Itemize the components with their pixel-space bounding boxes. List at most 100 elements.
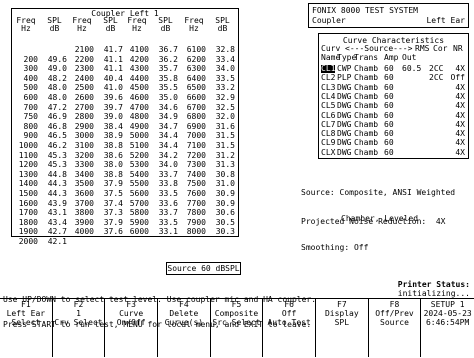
source-level-box[interactable]: Source 60 dBSPL	[166, 262, 241, 275]
function-key-l2: 6:46:54PM	[425, 318, 470, 327]
spl-cell: 37.3	[103, 208, 123, 218]
curve-row[interactable]: CLX DWG Chamb 60 4X	[321, 147, 469, 158]
spl-cell: 41.1	[103, 64, 123, 74]
table-column: Freq Hz SPL dB 6100 32.8 6200 33.4 6300 34.0 6400 3…	[182, 9, 238, 236]
freq-cell: 5900	[129, 217, 149, 227]
noise-info: Projected Noise Reduction: 4X Smoothing:…	[301, 202, 446, 260]
curve-header-row: Name Type Trans Amp Out	[321, 54, 469, 63]
system-header: FONIX 8000 TEST SYSTEM Coupler Left Ear	[308, 3, 469, 28]
curve-name: CL8	[321, 129, 336, 139]
spl-cell: 38.8	[103, 169, 123, 179]
curve-header-cell: NR	[453, 44, 463, 53]
freq-cell: 4800	[129, 112, 149, 122]
spl-cell: 34.7	[158, 121, 178, 131]
function-key-l2: On/Off	[116, 318, 146, 327]
curve-name: CL9	[321, 138, 336, 148]
freq-cell: 4700	[129, 102, 149, 112]
printer-status-value: initializing...	[397, 289, 470, 298]
spl-cell: 33.5	[158, 189, 178, 198]
spl-cell: 44.3	[47, 179, 67, 189]
curve-cell: 60	[384, 73, 394, 83]
spl-cell: 47.2	[47, 102, 67, 112]
freq-cell: 3700	[74, 198, 94, 208]
function-key-l2: Select	[11, 318, 41, 327]
spl-cell: 42.7	[47, 227, 67, 237]
freq-cell: 1500	[18, 189, 38, 198]
freq-cell: 1600	[18, 198, 38, 208]
curve-cell: CWP	[337, 64, 352, 73]
function-key-f3[interactable]: F3 Curve On/Off	[105, 299, 158, 357]
function-key-f1[interactable]: F1 Left Ear Select	[0, 299, 53, 357]
freq-cell: 4300	[129, 64, 149, 74]
curve-row[interactable]: CL5 DWG Chamb 60 4X	[321, 102, 469, 111]
freq-cell: 3500	[74, 179, 94, 189]
freq-cell: 2200	[74, 54, 94, 64]
spl-cell: 31.2	[215, 150, 235, 160]
curve-cell: DWG	[337, 147, 352, 157]
freq-header: Hz	[132, 24, 142, 33]
function-key-f6[interactable]: F6 Off Auto Test	[263, 299, 316, 357]
curve-cell: 60	[384, 129, 394, 139]
curve-name: CL7	[321, 119, 336, 129]
spl-header: dB	[105, 24, 116, 33]
freq-cell: 2500	[74, 83, 94, 93]
function-key-f8[interactable]: F8 Off/Prev Source	[369, 299, 422, 357]
function-key-f2[interactable]: F2 1 Crv Select	[53, 299, 106, 357]
spl-cell: 37.5	[103, 189, 123, 198]
function-key-l2: Auto Test	[267, 318, 311, 327]
spl-cell: 44.3	[47, 189, 67, 198]
spl-cell: 46.2	[47, 141, 67, 150]
curve-header-cell: RMS	[415, 44, 430, 53]
curve-cell: DWG	[337, 129, 352, 139]
freq-cell: 400	[23, 73, 38, 83]
freq-cell: 2700	[74, 102, 94, 112]
freq-cell: 5300	[129, 160, 149, 170]
spl-cell: 34.6	[158, 102, 178, 112]
test-mode: Coupler	[312, 16, 346, 25]
freq-cell: 7400	[186, 169, 206, 179]
spl-cell: 33.8	[158, 179, 178, 189]
spl-cell: 30.9	[215, 189, 235, 198]
freq-cell: 750	[23, 112, 38, 122]
curve-header-cell: Curv	[321, 44, 341, 53]
curve-cell: 4X	[455, 91, 465, 101]
function-key-l1: Off/Prev	[375, 309, 414, 318]
function-key-key: F4	[179, 300, 189, 309]
spl-cell: 41.7	[103, 45, 123, 54]
freq-cell: 7700	[186, 198, 206, 208]
noise-reduction-line: Projected Noise Reduction: 4X	[301, 217, 446, 226]
function-key-f4[interactable]: F4 Delete Curve(s)	[158, 299, 211, 357]
freq-cell: 2900	[74, 121, 94, 131]
freq-cell: 4600	[129, 93, 149, 102]
system-title: FONIX 8000 TEST SYSTEM	[312, 6, 418, 15]
function-key-l1: Off	[281, 309, 297, 318]
spl-cell: 35.5	[158, 83, 178, 93]
spl-cell: 30.8	[215, 169, 235, 179]
curve-cell: 4X	[455, 82, 465, 92]
curve-cell: DWG	[337, 101, 352, 111]
curve-row[interactable]: CL2 PLP Chamb 60 2CC Off	[321, 74, 469, 83]
curve-cell: Chamb	[354, 138, 379, 148]
curve-cell: Chamb	[354, 147, 379, 157]
curve-cell: Chamb	[354, 101, 379, 111]
function-key-f5[interactable]: F5 Composite Src Select	[211, 299, 264, 357]
spl-header: dB	[160, 24, 171, 33]
spl-cell: 46.9	[47, 112, 67, 122]
setup-key[interactable]: SETUP 1 2024-05-23 6:46:54PM	[421, 299, 474, 357]
spl-header: dB	[49, 24, 60, 33]
spl-cell: 33.5	[158, 217, 178, 227]
freq-cell: 5000	[129, 131, 149, 141]
curve-name: CL2	[321, 73, 336, 83]
freq-cell: 6200	[186, 54, 206, 64]
spl-cell: 35.8	[158, 73, 178, 83]
spl-cell: 36.2	[158, 54, 178, 64]
function-key-l2: Source	[380, 318, 409, 327]
function-key-f7[interactable]: F7 Display SPL	[316, 299, 369, 357]
smoothing-line: Smoothing: Off	[301, 243, 369, 252]
spl-cell: 32.0	[215, 112, 235, 122]
curve-cell: 4X	[455, 129, 465, 139]
curve-cell: 4X	[455, 110, 465, 120]
curve-name: CL6	[321, 110, 336, 120]
spl-cell: 37.6	[103, 227, 123, 237]
function-key-l1: 1	[76, 309, 81, 318]
